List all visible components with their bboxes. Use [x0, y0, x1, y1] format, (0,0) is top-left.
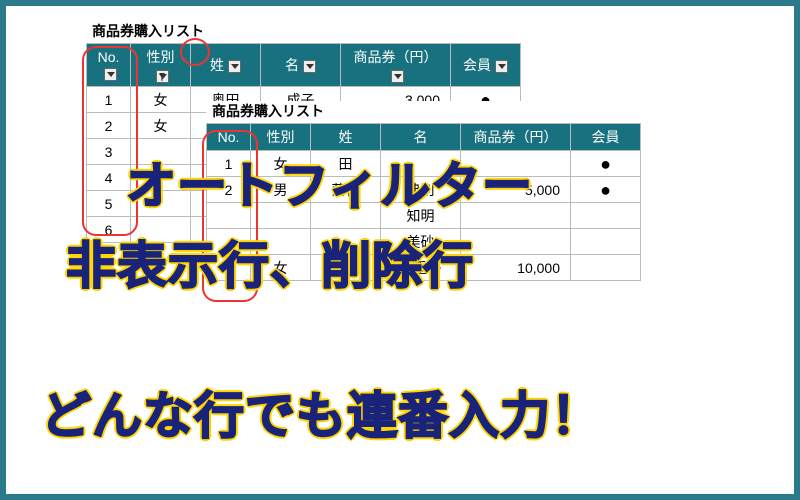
cell-price[interactable]: 10,000	[461, 255, 571, 281]
cell-sex[interactable]: 女	[131, 113, 191, 139]
header-member[interactable]: 会員	[571, 124, 641, 151]
header-member[interactable]: 会員	[451, 44, 521, 87]
cell-sex[interactable]: 女	[131, 87, 191, 113]
headline-1: オートフィルター	[126, 146, 533, 218]
filter-dropdown-icon[interactable]	[303, 60, 316, 73]
headline-3: どんな行でも連番入力！	[41, 376, 602, 448]
cell-member[interactable]	[571, 229, 641, 255]
back-table-title: 商品券購入リスト	[86, 21, 521, 41]
cell-member[interactable]: ●	[571, 177, 641, 203]
filter-dropdown-icon[interactable]	[228, 60, 241, 73]
filter-active-icon[interactable]	[156, 70, 169, 83]
front-table-title: 商品券購入リスト	[206, 101, 641, 121]
cell-price[interactable]	[461, 229, 571, 255]
highlight-filter-circle	[180, 38, 210, 66]
filter-dropdown-icon[interactable]	[391, 70, 404, 83]
cell-member[interactable]	[571, 255, 641, 281]
filter-dropdown-icon[interactable]	[495, 60, 508, 73]
table-header-row: No. 性別 姓 名 商品券（円） 会員	[87, 44, 521, 87]
header-first[interactable]: 名	[261, 44, 341, 87]
cell-member[interactable]: ●	[571, 151, 641, 177]
header-price[interactable]: 商品券（円）	[341, 44, 451, 87]
headline-2: 非表示行、削除行	[66, 226, 474, 298]
cell-member[interactable]	[571, 203, 641, 229]
